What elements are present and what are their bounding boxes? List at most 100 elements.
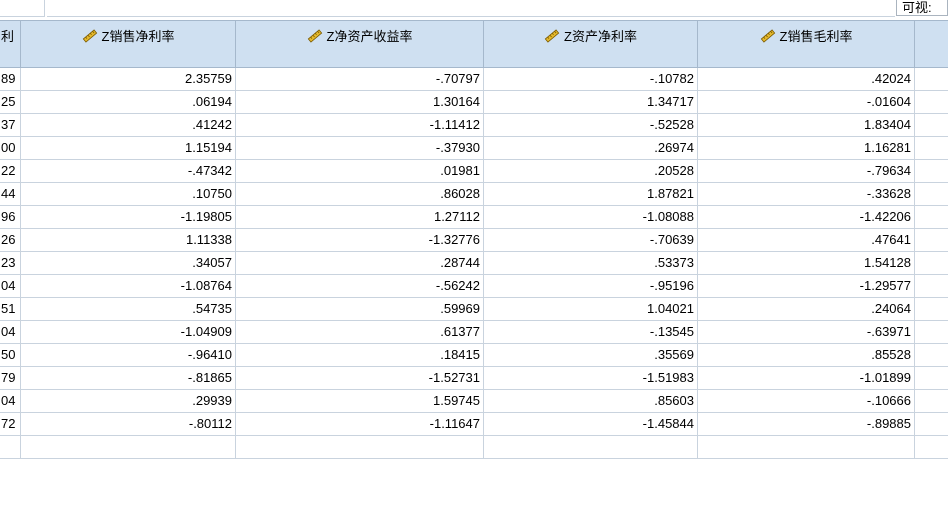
table-cell[interactable]: [915, 436, 948, 459]
table-cell[interactable]: -.89885: [698, 413, 915, 436]
table-cell[interactable]: .85603: [484, 390, 698, 413]
table-cell[interactable]: [915, 137, 948, 160]
table-cell[interactable]: [21, 436, 236, 459]
table-cell[interactable]: -1.08088: [484, 206, 698, 229]
table-cell[interactable]: [915, 252, 948, 275]
table-cell[interactable]: -.13545: [484, 321, 698, 344]
table-cell[interactable]: -.33628: [698, 183, 915, 206]
table-cell[interactable]: -1.11647: [236, 413, 484, 436]
table-cell[interactable]: .47641: [698, 229, 915, 252]
table-cell[interactable]: [915, 390, 948, 413]
table-cell[interactable]: 04: [0, 321, 21, 344]
table-cell[interactable]: [0, 436, 21, 459]
table-cell[interactable]: [915, 298, 948, 321]
table-cell[interactable]: 04: [0, 390, 21, 413]
table-cell[interactable]: 72: [0, 413, 21, 436]
cell-value-input[interactable]: [47, 0, 895, 17]
table-cell[interactable]: -.37930: [236, 137, 484, 160]
table-cell[interactable]: .86028: [236, 183, 484, 206]
table-cell[interactable]: 1.16281: [698, 137, 915, 160]
table-cell[interactable]: 1.34717: [484, 91, 698, 114]
table-cell[interactable]: 22: [0, 160, 21, 183]
table-cell[interactable]: -.70797: [236, 68, 484, 91]
table-cell[interactable]: -1.04909: [21, 321, 236, 344]
column-header-1[interactable]: Z销售净利率: [21, 20, 236, 68]
table-cell[interactable]: [915, 367, 948, 390]
table-cell[interactable]: 89: [0, 68, 21, 91]
table-cell[interactable]: -.56242: [236, 275, 484, 298]
table-cell[interactable]: -.10666: [698, 390, 915, 413]
cell-reference-box[interactable]: [0, 0, 45, 17]
table-cell[interactable]: .41242: [21, 114, 236, 137]
table-cell[interactable]: 50: [0, 344, 21, 367]
table-cell[interactable]: [915, 183, 948, 206]
table-cell[interactable]: [915, 160, 948, 183]
table-cell[interactable]: .06194: [21, 91, 236, 114]
table-cell[interactable]: -.96410: [21, 344, 236, 367]
table-cell[interactable]: 26: [0, 229, 21, 252]
table-cell[interactable]: -.70639: [484, 229, 698, 252]
table-cell[interactable]: [484, 436, 698, 459]
table-cell[interactable]: -.10782: [484, 68, 698, 91]
table-cell[interactable]: [236, 436, 484, 459]
table-cell[interactable]: 1.54128: [698, 252, 915, 275]
table-cell[interactable]: 1.15194: [21, 137, 236, 160]
table-cell[interactable]: -.81865: [21, 367, 236, 390]
table-cell[interactable]: -1.11412: [236, 114, 484, 137]
table-cell[interactable]: -1.52731: [236, 367, 484, 390]
table-cell[interactable]: [915, 321, 948, 344]
table-cell[interactable]: .10750: [21, 183, 236, 206]
table-cell[interactable]: 1.11338: [21, 229, 236, 252]
table-cell[interactable]: [698, 436, 915, 459]
table-cell[interactable]: .59969: [236, 298, 484, 321]
table-cell[interactable]: 1.30164: [236, 91, 484, 114]
table-cell[interactable]: [915, 275, 948, 298]
column-header-3[interactable]: Z资产净利率: [484, 20, 698, 68]
table-cell[interactable]: .29939: [21, 390, 236, 413]
table-cell[interactable]: -1.42206: [698, 206, 915, 229]
column-header-0[interactable]: 利: [0, 20, 21, 68]
table-cell[interactable]: [915, 206, 948, 229]
table-cell[interactable]: 44: [0, 183, 21, 206]
table-cell[interactable]: 2.35759: [21, 68, 236, 91]
table-cell[interactable]: -1.45844: [484, 413, 698, 436]
table-cell[interactable]: 96: [0, 206, 21, 229]
table-cell[interactable]: 37: [0, 114, 21, 137]
table-cell[interactable]: -.47342: [21, 160, 236, 183]
table-cell[interactable]: .54735: [21, 298, 236, 321]
table-cell[interactable]: [915, 413, 948, 436]
table-cell[interactable]: -.63971: [698, 321, 915, 344]
table-cell[interactable]: [915, 68, 948, 91]
table-cell[interactable]: 23: [0, 252, 21, 275]
table-cell[interactable]: -.79634: [698, 160, 915, 183]
table-cell[interactable]: 1.27112: [236, 206, 484, 229]
table-cell[interactable]: [915, 114, 948, 137]
table-cell[interactable]: .35569: [484, 344, 698, 367]
table-cell[interactable]: 51: [0, 298, 21, 321]
table-cell[interactable]: -1.08764: [21, 275, 236, 298]
column-header-4[interactable]: Z销售毛利率: [698, 20, 915, 68]
table-cell[interactable]: 79: [0, 367, 21, 390]
table-cell[interactable]: -1.19805: [21, 206, 236, 229]
table-cell[interactable]: [915, 91, 948, 114]
table-cell[interactable]: .18415: [236, 344, 484, 367]
table-cell[interactable]: 04: [0, 275, 21, 298]
table-cell[interactable]: -1.51983: [484, 367, 698, 390]
table-cell[interactable]: .85528: [698, 344, 915, 367]
table-cell[interactable]: -.95196: [484, 275, 698, 298]
column-header-5[interactable]: [915, 20, 948, 68]
table-cell[interactable]: 1.87821: [484, 183, 698, 206]
table-cell[interactable]: -.52528: [484, 114, 698, 137]
table-cell[interactable]: 00: [0, 137, 21, 160]
table-cell[interactable]: .53373: [484, 252, 698, 275]
table-cell[interactable]: 25: [0, 91, 21, 114]
table-cell[interactable]: -1.32776: [236, 229, 484, 252]
table-cell[interactable]: .42024: [698, 68, 915, 91]
table-cell[interactable]: .28744: [236, 252, 484, 275]
table-cell[interactable]: -1.29577: [698, 275, 915, 298]
table-cell[interactable]: -.01604: [698, 91, 915, 114]
table-cell[interactable]: 1.83404: [698, 114, 915, 137]
table-cell[interactable]: .61377: [236, 321, 484, 344]
table-cell[interactable]: .24064: [698, 298, 915, 321]
table-cell[interactable]: .20528: [484, 160, 698, 183]
